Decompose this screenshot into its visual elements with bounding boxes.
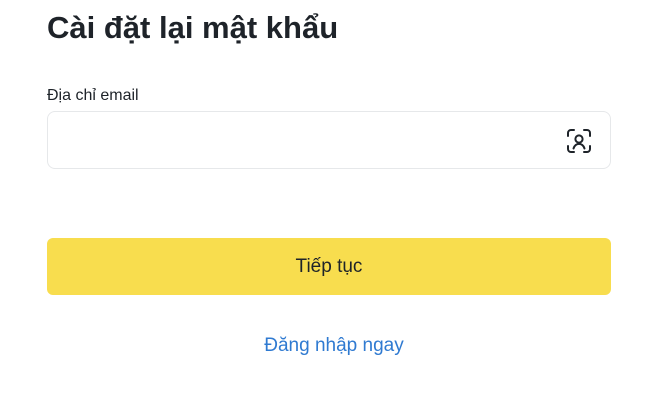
login-now-link[interactable]: Đăng nhập ngay <box>47 334 621 358</box>
email-field-container <box>47 111 611 169</box>
continue-button[interactable]: Tiếp tục <box>47 238 611 295</box>
page-title: Cài đặt lại mật khẩu <box>47 10 339 45</box>
face-scan-icon[interactable] <box>566 128 592 154</box>
email-label: Địa chỉ email <box>47 87 139 104</box>
email-field[interactable] <box>60 112 550 168</box>
